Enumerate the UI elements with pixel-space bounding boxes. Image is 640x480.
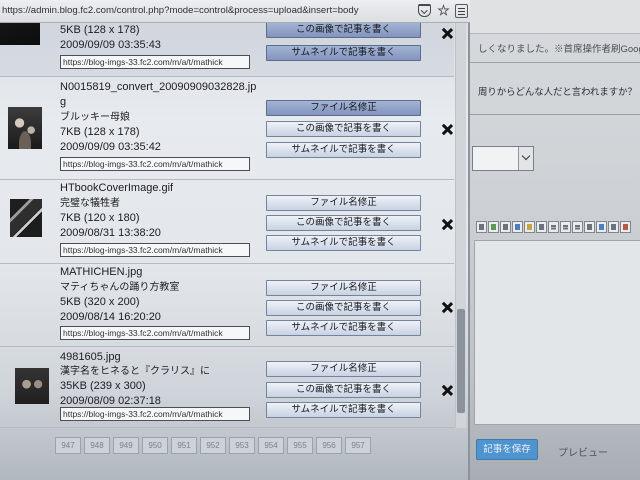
write-with-image-button[interactable]: この画像で記事を書く — [266, 215, 421, 231]
editor-header — [470, 0, 640, 34]
image-size: 5KB (320 x 200) — [60, 296, 140, 308]
write-with-thumbnail-button[interactable]: サムネイルで記事を書く — [266, 45, 421, 61]
delete-icon[interactable] — [442, 124, 453, 135]
image-list-item: 4981605.jpg 漢字名をヒネると『クラリス』に 35KB (239 x … — [0, 347, 454, 428]
page-link[interactable]: 957 — [345, 437, 371, 454]
write-with-image-button[interactable]: この画像で記事を書く — [266, 22, 421, 38]
page-link[interactable]: 955 — [287, 437, 313, 454]
image-size: 7KB (120 x 180) — [60, 212, 140, 224]
editor-toolbar — [476, 221, 631, 233]
pagination: 947 948 949 950 951 952 953 954 955 956 … — [55, 437, 371, 454]
image-url-field[interactable] — [60, 157, 250, 171]
image-info: N0015819_convert_20090909032828.jpg ブルッキ… — [60, 80, 260, 155]
page-link[interactable]: 947 — [55, 437, 81, 454]
divider — [470, 62, 640, 63]
scrollbar-track[interactable] — [455, 23, 466, 428]
image-url-field[interactable] — [60, 407, 250, 421]
rename-file-button[interactable]: ファイル名修正 — [266, 100, 421, 116]
pocket-icon[interactable] — [418, 4, 431, 17]
scrollbar-thumb[interactable] — [457, 309, 465, 413]
quote-icon[interactable] — [608, 221, 619, 233]
image-info: 4981605.jpg 漢字名をヒネると『クラリス』に 35KB (239 x … — [60, 350, 260, 408]
rename-file-button[interactable]: ファイル名修正 — [266, 361, 421, 377]
page-link[interactable]: 950 — [142, 437, 168, 454]
write-with-thumbnail-button[interactable]: サムネイルで記事を書く — [266, 402, 421, 418]
blog-editor-window: しくなりました。※首席操作者刷Google 周りからどんな人だと言われますか？ … — [470, 0, 640, 480]
notice-text: しくなりました。※首席操作者刷Google — [478, 44, 640, 55]
divider — [470, 114, 640, 115]
page-link[interactable]: 954 — [258, 437, 284, 454]
image-filename: HTbookCoverImage.gif — [60, 182, 174, 194]
image-filename: MATHICHEN.jpg — [60, 266, 143, 278]
page-link[interactable]: 956 — [316, 437, 342, 454]
star-icon[interactable] — [437, 4, 450, 16]
image-size: 7KB (128 x 178) — [60, 126, 140, 138]
image-title: ブルッキー母娘 — [60, 112, 130, 123]
link-icon[interactable] — [596, 221, 607, 233]
image-date: 2009/08/09 02:37:18 — [60, 394, 161, 407]
table-icon[interactable] — [536, 221, 547, 233]
align-center-icon[interactable] — [560, 221, 571, 233]
url-input[interactable]: https://admin.blog.fc2.com/control.php?m… — [2, 5, 386, 16]
image-size: 5KB (128 x 178) — [60, 24, 140, 36]
image-url-field[interactable] — [60, 55, 250, 69]
image-info: HTbookCoverImage.gif 完璧な犠牲者 7KB (120 x 1… — [60, 181, 260, 241]
preview-link[interactable]: プレビュー — [558, 444, 608, 459]
page-link[interactable]: 951 — [171, 437, 197, 454]
image-url-field[interactable] — [60, 326, 250, 340]
image-upload-popup: 5KB (128 x 178) 2009/09/09 03:35:43 この画像… — [0, 0, 470, 480]
image-icon[interactable] — [488, 221, 499, 233]
image-date: 2009/08/14 16:20:20 — [60, 311, 161, 323]
browser-address-bar: https://admin.blog.fc2.com/control.php?m… — [0, 0, 470, 23]
write-with-image-button[interactable]: この画像で記事を書く — [266, 300, 421, 316]
rename-file-button[interactable]: ファイル名修正 — [266, 195, 421, 211]
image-url-field[interactable] — [60, 243, 250, 257]
file-icon[interactable] — [500, 221, 511, 233]
image-date: 2009/09/09 03:35:43 — [60, 39, 161, 51]
category-select[interactable] — [472, 146, 534, 171]
image-thumbnail — [10, 199, 42, 237]
image-list-item: MATHICHEN.jpg マティちゃんの踊り方教室 5KB (320 x 20… — [0, 264, 454, 347]
image-thumbnail — [15, 368, 49, 404]
image-size: 35KB (239 x 300) — [60, 380, 146, 392]
image-date: 2009/09/09 03:35:42 — [60, 141, 161, 153]
page-link[interactable]: 952 — [200, 437, 226, 454]
emoji-icon[interactable] — [524, 221, 535, 233]
delete-icon[interactable] — [442, 385, 453, 396]
page-link[interactable]: 949 — [113, 437, 139, 454]
edit-icon[interactable] — [584, 221, 595, 233]
post-body-textarea[interactable] — [474, 240, 640, 425]
image-filename: N0015819_convert_20090909032828.jpg — [60, 81, 257, 108]
chevron-down-icon[interactable] — [518, 147, 533, 170]
delete-icon[interactable] — [442, 219, 453, 230]
image-info: MATHICHEN.jpg マティちゃんの踊り方教室 5KB (320 x 20… — [60, 265, 260, 325]
align-left-icon[interactable] — [548, 221, 559, 233]
write-with-image-button[interactable]: この画像で記事を書く — [266, 121, 421, 137]
image-title: マティちゃんの踊り方教室 — [60, 282, 180, 293]
page-link[interactable]: 953 — [229, 437, 255, 454]
image-info: 5KB (128 x 178) 2009/09/09 03:35:43 — [60, 23, 260, 53]
theme-question: 周りからどんな人だと言われますか？ — [478, 86, 637, 97]
delete-icon[interactable] — [442, 302, 453, 313]
image-list-item: N0015819_convert_20090909032828.jpg ブルッキ… — [0, 77, 454, 180]
write-with-thumbnail-button[interactable]: サムネイルで記事を書く — [266, 142, 421, 158]
video-icon[interactable] — [512, 221, 523, 233]
align-right-icon[interactable] — [572, 221, 583, 233]
delete-icon[interactable] — [442, 28, 453, 39]
save-post-button[interactable]: 記事を保存 — [476, 439, 538, 460]
page-link[interactable]: 948 — [84, 437, 110, 454]
menu-icon[interactable] — [455, 4, 468, 18]
rename-file-button[interactable]: ファイル名修正 — [266, 280, 421, 296]
more-icon[interactable] — [476, 221, 487, 233]
image-list-item: HTbookCoverImage.gif 完璧な犠牲者 7KB (120 x 1… — [0, 180, 454, 264]
image-thumbnail — [8, 107, 42, 149]
image-title: 完璧な犠牲者 — [60, 198, 120, 209]
image-title: 漢字名をヒネると『クラリス』に — [60, 365, 210, 377]
write-with-image-button[interactable]: この画像で記事を書く — [266, 382, 421, 398]
image-filename: 4981605.jpg — [60, 351, 121, 363]
image-date: 2009/08/31 13:38:20 — [60, 227, 161, 239]
color-icon[interactable] — [620, 221, 631, 233]
write-with-thumbnail-button[interactable]: サムネイルで記事を書く — [266, 320, 421, 336]
write-with-thumbnail-button[interactable]: サムネイルで記事を書く — [266, 235, 421, 251]
